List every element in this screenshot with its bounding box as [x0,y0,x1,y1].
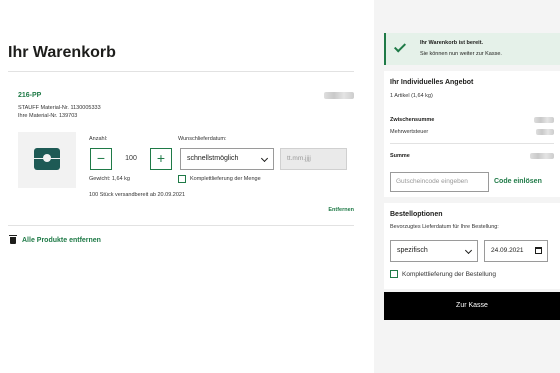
desired-date-select[interactable]: schnellstmöglich [180,148,274,170]
remove-all-label: Alle Produkte entfernen [22,236,101,244]
page-title: Ihr Warenkorb [8,44,116,61]
desired-date-label: Wunschlieferdatum: [178,136,227,142]
chevron-down-icon [464,246,473,255]
plus-icon: + [156,150,166,166]
calendar-icon[interactable] [535,247,542,254]
delivery-option-select[interactable]: spezifisch [390,240,478,262]
quantity-input[interactable]: 100 [112,148,150,170]
chevron-down-icon [260,154,269,163]
complete-delivery-order-checkbox[interactable] [390,270,398,278]
subtotal-value [534,117,554,123]
total-label: Summe [390,153,410,159]
cart-item: 216-PP STAUFF Material-Nr. 1130005333 Ih… [18,92,354,224]
stauff-material-number: STAUFF Material-Nr. 1130005333 [18,105,101,111]
minus-icon: − [96,150,106,166]
checkout-button[interactable]: Zur Kasse [384,292,560,320]
item-price [324,92,354,99]
item-weight: Gewicht: 1,64 kg [89,176,130,182]
order-options-title: Bestelloptionen [390,211,443,218]
quantity-decrease-button[interactable]: − [90,148,112,170]
desired-date-field: tt.mm.jjjj [280,148,347,170]
order-options-card: Bestelloptionen Bevorzugtes Lieferdatum … [384,203,560,289]
complete-delivery-item-checkbox[interactable] [178,175,186,183]
delivery-option-value: spezifisch [397,247,428,254]
check-icon [393,40,407,53]
delivery-date-input[interactable]: 24.09.2021 [484,240,548,262]
coupon-input[interactable]: Gutscheincode eingeben [390,172,489,192]
delivery-date-value: 24.09.2021 [491,247,524,254]
complete-delivery-item-label: Komplettlieferung der Menge [190,176,261,182]
success-title: Ihr Warenkorb ist bereit. [420,40,484,46]
availability-text: 100 Stück versandbereit ab 20.09.2021 [89,192,186,198]
divider [8,71,354,72]
redeem-code-button[interactable]: Code einlösen [494,178,542,185]
vat-value [536,129,554,135]
offer-card: Ihr Individuelles Angebot 1 Artikel (1,6… [384,71,560,197]
desired-date-value: schnellstmöglich [187,155,239,162]
divider [8,225,354,226]
remove-all-button[interactable]: Alle Produkte entfernen [9,235,101,244]
offer-title: Ihr Individuelles Angebot [390,79,474,86]
remove-item-link[interactable]: Entfernen [328,207,354,213]
clamp-icon [34,148,60,170]
offer-items-count: 1 Artikel (1,64 kg) [390,93,433,99]
own-material-number: Ihre Material-Nr. 139703 [18,113,78,119]
vat-label: Mehrwertsteuer [390,129,429,135]
total-value [530,153,554,159]
divider [390,143,554,144]
quantity-increase-button[interactable]: + [150,148,172,170]
product-image[interactable] [18,132,76,188]
order-date-hint: Bevorzugtes Lieferdatum für Ihre Bestell… [390,224,499,230]
complete-delivery-order-label: Komplettlieferung der Bestellung [402,271,496,278]
trash-icon [9,235,17,244]
quantity-label: Anzahl: [89,136,108,142]
success-subtitle: Sie können nun weiter zur Kasse. [420,51,502,57]
product-sku[interactable]: 216-PP [18,92,41,99]
subtotal-label: Zwischensumme [390,117,435,123]
order-sidebar: Ihr Warenkorb ist bereit. Sie können nun… [374,0,560,373]
success-notice: Ihr Warenkorb ist bereit. Sie können nun… [384,33,560,65]
cart-main: Ihr Warenkorb 216-PP STAUFF Material-Nr.… [0,0,374,373]
